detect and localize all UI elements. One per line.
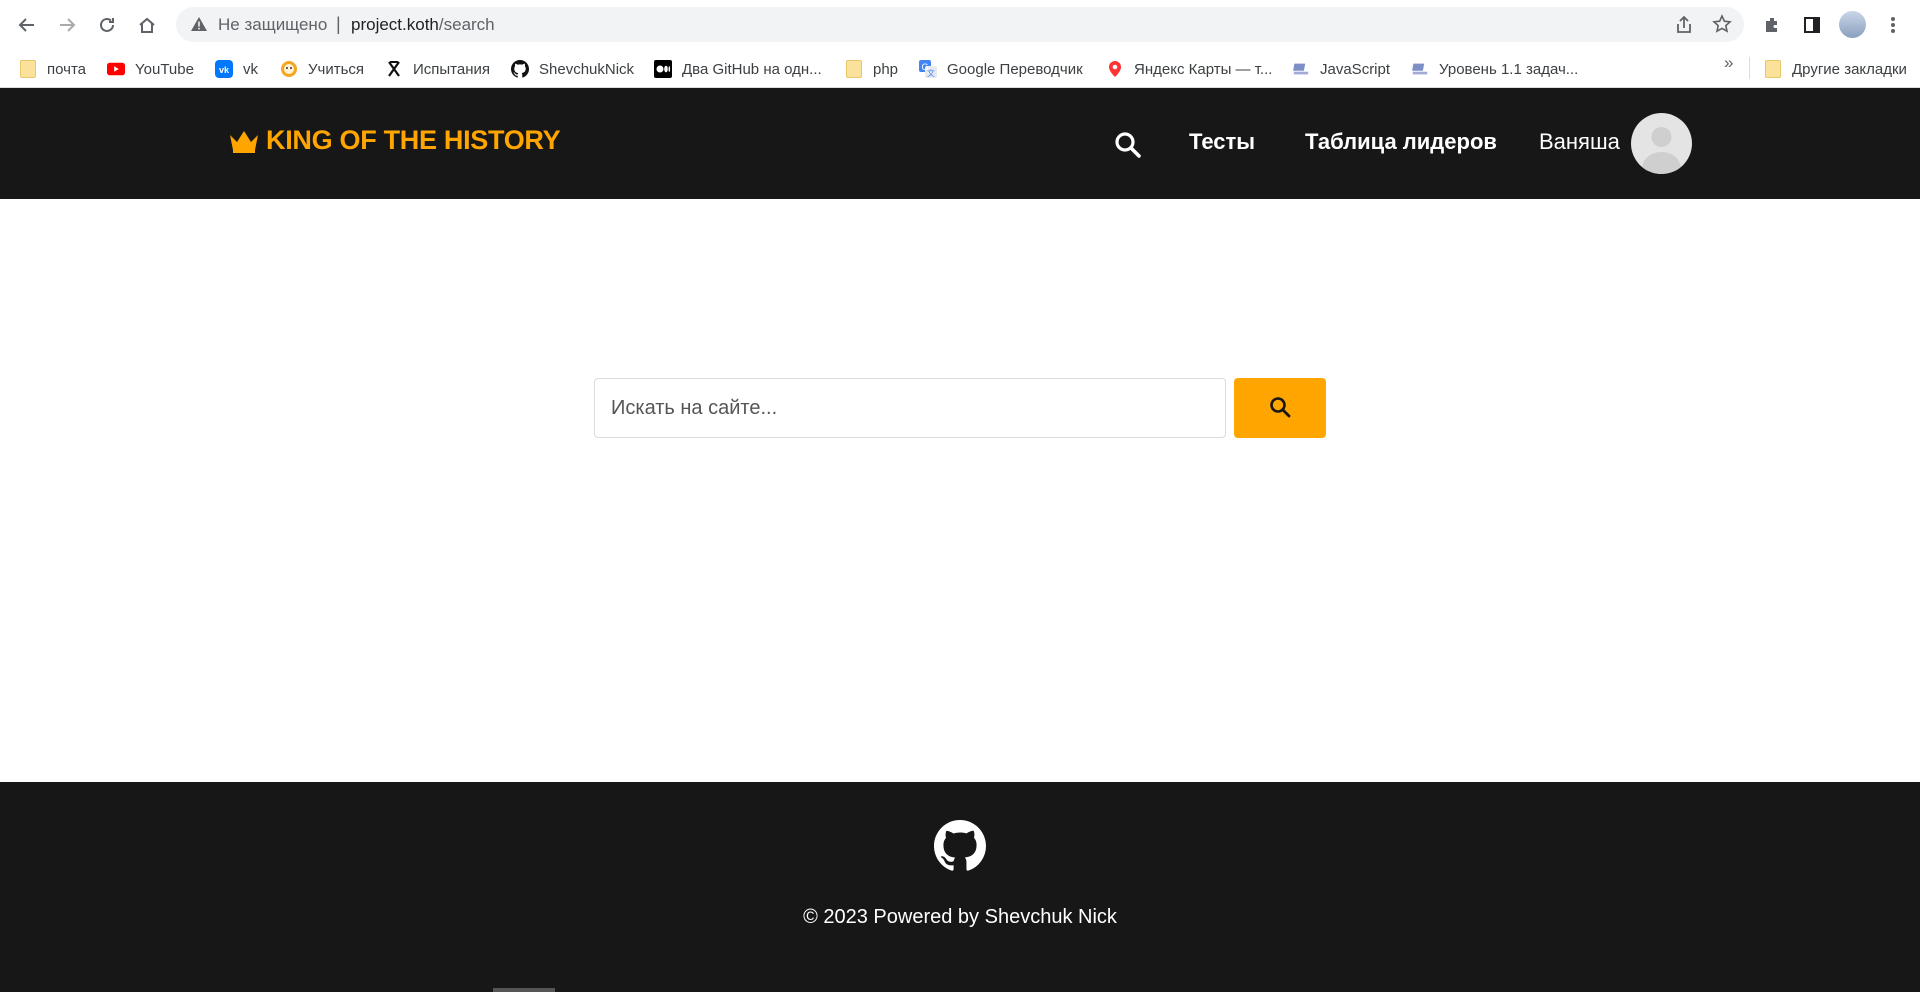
back-icon[interactable] (12, 10, 42, 40)
youtube-icon (107, 60, 125, 78)
bookmark-php[interactable]: php (845, 58, 898, 80)
url-text[interactable]: project.koth/search (351, 15, 495, 35)
bookmark-vk[interactable]: vk vk (215, 58, 258, 80)
bookmark-label: почта (47, 60, 86, 78)
search-icon (1269, 396, 1291, 421)
folder-icon (19, 60, 37, 78)
laptop-icon (1411, 60, 1429, 78)
bookmark-label: php (873, 60, 899, 78)
security-label[interactable]: Не защищено (218, 15, 327, 35)
bookmark-youtube[interactable]: YouTube (107, 58, 194, 80)
crown-icon (230, 130, 258, 153)
x-icon (385, 60, 403, 78)
menu-icon[interactable] (1878, 10, 1908, 40)
bookmark-javascript[interactable]: JavaScript (1292, 58, 1390, 80)
bookmark-label: YouTube (135, 60, 194, 78)
bookmark-label: JavaScript (1320, 60, 1391, 78)
bookmarks-divider (1749, 57, 1750, 79)
address-bar[interactable]: Не защищено | project.koth/search (176, 7, 1744, 42)
github-icon (511, 60, 529, 78)
search-icon[interactable] (1114, 131, 1142, 164)
bookmark-google-translate[interactable]: G文 Google Переводчик (919, 58, 1083, 80)
bookmark-pochta[interactable]: почта (19, 58, 86, 80)
vk-icon: vk (215, 60, 233, 78)
bookmark-shevchuknick[interactable]: ShevchukNick (511, 58, 634, 80)
svg-text:文: 文 (927, 68, 935, 78)
forward-icon[interactable] (52, 10, 82, 40)
site-footer: © 2023 Powered by Shevchuk Nick (0, 782, 1920, 992)
bookmark-label: Другие закладки (1792, 60, 1907, 78)
bookmark-label: Учиться (308, 60, 365, 78)
bookmark-label: Уровень 1.1 задач... (1439, 60, 1579, 78)
warning-icon (190, 16, 208, 37)
bookmark-other[interactable]: Другие закладки (1764, 58, 1907, 80)
medium-icon (654, 60, 672, 78)
search-input[interactable] (594, 378, 1226, 438)
home-icon[interactable] (132, 10, 162, 40)
svg-text:vk: vk (219, 65, 230, 75)
map-pin-icon (1106, 60, 1124, 78)
star-icon[interactable] (1712, 14, 1732, 39)
folder-icon (1764, 60, 1782, 78)
user-name[interactable]: Ваняша (1539, 129, 1620, 155)
extensions-icon[interactable] (1757, 10, 1787, 40)
lion-icon (280, 60, 298, 78)
bookmark-two-github[interactable]: Два GitHub на одн... (654, 58, 822, 80)
bookmarks-bar: почта YouTube vk vk Учиться Испытания Sh… (0, 49, 1920, 88)
site-header: KING OF THE HISTORY Тесты Таблица лидеро… (0, 88, 1920, 199)
url-path: /search (438, 15, 495, 34)
user-avatar[interactable] (1631, 113, 1692, 174)
bookmark-label: vk (243, 60, 258, 78)
profile-avatar[interactable] (1839, 11, 1866, 38)
logo-text: KING OF THE HISTORY (266, 125, 561, 155)
nav-tests-link[interactable]: Тесты (1189, 129, 1255, 155)
bookmark-label: Испытания (413, 60, 491, 78)
bookmark-level-1-1[interactable]: Уровень 1.1 задач... (1411, 58, 1578, 80)
browser-toolbar: Не защищено | project.koth/search (0, 0, 1920, 49)
bookmark-label: Два GitHub на одн... (682, 60, 822, 78)
github-icon[interactable] (934, 820, 986, 877)
url-host: project.koth (351, 15, 439, 34)
bookmarks-more-button[interactable]: » (1724, 53, 1733, 73)
translate-icon: G文 (919, 60, 937, 78)
omnibox-separator: | (336, 14, 341, 34)
footer-copyright: © 2023 Powered by Shevchuk Nick (803, 906, 1117, 928)
nav-leaderboard-link[interactable]: Таблица лидеров (1305, 129, 1497, 155)
reload-icon[interactable] (92, 10, 122, 40)
bookmark-label: Google Переводчик (947, 60, 1083, 78)
laptop-icon (1292, 60, 1310, 78)
horizontal-scrollbar[interactable] (493, 988, 555, 992)
bookmark-yandex-maps[interactable]: Яндекс Карты — т... (1106, 58, 1272, 80)
sidebar-icon[interactable] (1797, 10, 1827, 40)
site-logo[interactable]: KING OF THE HISTORY (228, 125, 561, 156)
bookmark-label: ShevchukNick (539, 60, 635, 78)
folder-icon (845, 60, 863, 78)
search-button[interactable] (1234, 378, 1326, 438)
bookmark-uchitsya[interactable]: Учиться (280, 58, 364, 80)
bookmark-ispytaniya[interactable]: Испытания (385, 58, 490, 80)
share-icon[interactable] (1674, 15, 1694, 40)
bookmark-label: Яндекс Карты — т... (1134, 60, 1273, 78)
